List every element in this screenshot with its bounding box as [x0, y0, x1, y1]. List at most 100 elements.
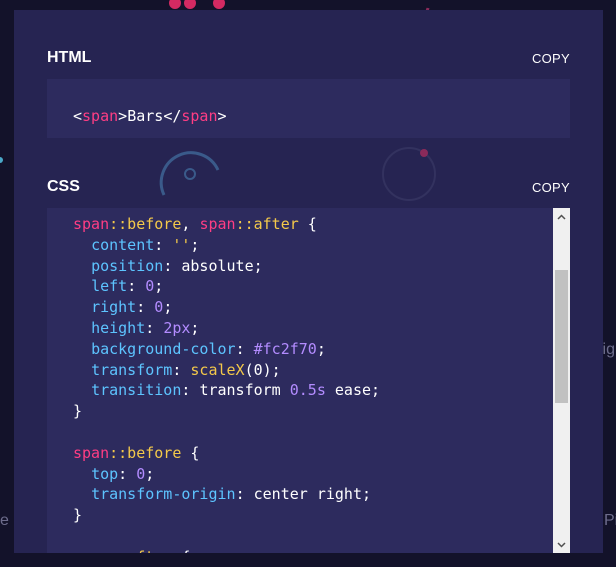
decor-dot-2: [184, 0, 196, 9]
css-section-title: CSS: [47, 178, 80, 195]
code-token: }: [73, 402, 83, 421]
code-token: :: [127, 277, 146, 296]
scrollbar-thumb[interactable]: [555, 270, 568, 403]
code-token: content: [91, 235, 155, 254]
code-token: ::after: [235, 215, 299, 233]
code-token: ;: [253, 256, 263, 275]
css-code-block[interactable]: span::before, span::after { content: '';…: [47, 208, 570, 553]
css-code-line: position: absolute;: [73, 256, 380, 277]
code-token: :: [235, 339, 254, 358]
background-side-text: Pi: [604, 512, 616, 529]
code-token: :: [145, 318, 164, 337]
code-token: #fc2f70: [253, 339, 317, 358]
code-token: }: [73, 506, 83, 525]
code-token: ,: [181, 215, 200, 233]
code-token: ;: [190, 318, 200, 337]
css-code-lines: span::before, span::after { content: '';…: [73, 214, 380, 553]
decor-dot-panel: [420, 149, 428, 157]
code-token: ;: [163, 298, 173, 317]
css-code-line: left: 0;: [73, 276, 380, 297]
code-token: span: [181, 107, 218, 125]
code-token: span: [73, 443, 110, 462]
html-code-line: <span>Bars</span>: [73, 107, 227, 125]
code-token: 0: [145, 277, 155, 296]
scroll-down-arrow-icon[interactable]: [553, 536, 570, 553]
code-token: :: [154, 235, 173, 254]
vertical-scrollbar[interactable]: [553, 208, 570, 553]
background-side-text: e: [0, 512, 9, 529]
code-token: ;: [371, 381, 381, 400]
code-token: 0: [136, 464, 146, 483]
css-code-line: top: 0;: [73, 464, 380, 485]
css-code-line: span::after {: [73, 547, 380, 553]
code-token: ::before: [109, 443, 182, 462]
code-token: ;: [145, 464, 155, 483]
code-token: 2px: [163, 318, 191, 337]
code-token: transform: [91, 360, 173, 379]
code-snippet-panel: HTML COPY <span>Bars</span> CSS COPY spa…: [14, 10, 603, 553]
html-section-title: HTML: [47, 49, 92, 66]
code-token: :: [136, 298, 155, 317]
code-token: >: [217, 107, 227, 125]
copy-css-button[interactable]: COPY: [532, 180, 570, 195]
code-token: height: [91, 318, 146, 337]
code-token: ::after: [109, 548, 172, 553]
css-code-line: transition: transform 0.5s ease;: [73, 380, 380, 401]
code-token: (: [244, 360, 254, 379]
code-token: position: [91, 256, 164, 275]
code-token: );: [262, 360, 281, 379]
code-token: scaleX: [190, 360, 245, 379]
code-token: ;: [154, 277, 164, 296]
code-token: :: [118, 464, 137, 483]
copy-html-button[interactable]: COPY: [532, 51, 570, 66]
code-token: ease: [325, 381, 372, 400]
css-code-line: [73, 422, 380, 443]
code-token: absolute: [181, 256, 254, 275]
code-token: </: [163, 107, 182, 125]
css-code-line: background-color: #fc2f70;: [73, 339, 380, 360]
css-code-line: right: 0;: [73, 297, 380, 318]
css-code-line: span::before {: [73, 443, 380, 464]
code-token: ;: [190, 235, 200, 254]
code-token: :: [181, 381, 200, 400]
code-token: Bars: [127, 107, 164, 125]
css-code-line: span::before, span::after {: [73, 214, 380, 235]
css-section-header: CSS COPY: [47, 175, 570, 199]
code-token: transform: [199, 381, 290, 400]
css-code-line: }: [73, 505, 380, 526]
html-section-header: HTML COPY: [47, 46, 570, 70]
code-token: 0.5s: [289, 381, 326, 400]
code-token: span: [82, 107, 119, 125]
css-code-line: [73, 526, 380, 547]
code-token: transform-origin: [91, 485, 236, 504]
code-token: {: [172, 548, 190, 553]
code-token: span: [73, 215, 110, 233]
code-token: 0: [253, 360, 263, 379]
css-code-line: transform: scaleX(0);: [73, 360, 380, 381]
code-token: ;: [362, 485, 372, 504]
code-token: {: [298, 215, 317, 233]
code-token: :: [235, 485, 254, 504]
code-token: 0: [154, 298, 164, 317]
code-token: background-color: [91, 339, 236, 358]
code-token: left: [91, 277, 128, 296]
code-token: :: [172, 360, 191, 379]
scroll-up-arrow-icon[interactable]: [553, 208, 570, 225]
code-token: <: [73, 107, 83, 125]
css-code-line: height: 2px;: [73, 318, 380, 339]
code-token: ::before: [109, 215, 182, 233]
code-token: span: [73, 548, 109, 553]
css-code-line: content: '';: [73, 235, 380, 256]
code-token: {: [181, 443, 200, 462]
code-token: '': [172, 235, 191, 254]
code-token: >: [118, 107, 128, 125]
